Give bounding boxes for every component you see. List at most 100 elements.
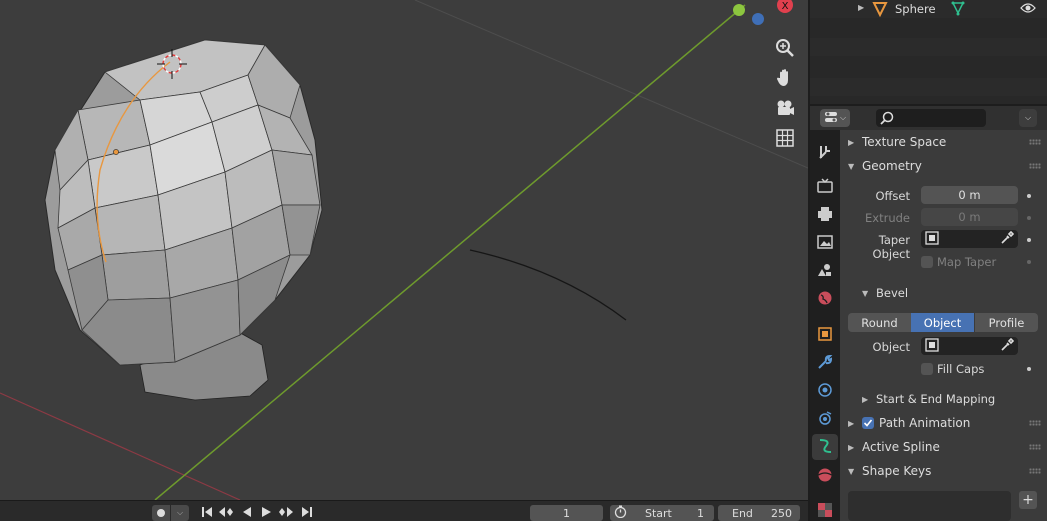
keyframe-dot-icon[interactable] [1027,194,1031,198]
curve-data-icon [817,438,833,457]
keyframe-dot-icon[interactable] [1027,216,1031,220]
tab-modifiers[interactable] [812,350,838,376]
particles-icon [817,382,833,401]
fill-caps-checkbox[interactable] [921,363,933,375]
subpanel-bevel[interactable]: ▼ Bevel [854,281,1047,305]
tool-icon [817,144,833,163]
play-icon [260,506,272,521]
eyedropper-icon[interactable] [1000,337,1015,355]
tab-world[interactable] [812,286,838,312]
tab-material[interactable] [812,463,838,489]
panel-path-animation[interactable]: ▶ Path Animation [840,411,1047,435]
bevel-mode-label: Object [923,315,962,330]
pan-button[interactable] [772,66,798,92]
texture-icon [817,502,833,521]
play-button[interactable] [257,505,275,521]
map-taper-checkbox[interactable] [921,256,933,268]
collapsed-arrow-icon: ▶ [848,418,855,428]
drag-handle-icon[interactable] [1029,468,1041,474]
keying-dropdown[interactable]: ⌵ [171,505,189,521]
panel-texture-space[interactable]: ▶ Texture Space [840,130,1047,154]
tab-output[interactable] [812,202,838,228]
expanded-arrow-icon: ▼ [848,466,855,476]
keyframe-dot-icon[interactable] [1027,238,1031,242]
shape-keys-list[interactable] [848,491,1011,521]
scene-icon [817,262,833,281]
path-animation-checkbox[interactable] [862,417,874,429]
jump-end-button[interactable] [298,505,316,521]
tab-tool[interactable] [812,140,838,166]
tab-scene[interactable] [812,258,838,284]
bevel-mode-object[interactable]: Object [911,313,974,332]
properties-search-input[interactable] [876,109,986,127]
bevel-object-field[interactable] [921,337,1018,355]
jump-end-icon [301,506,313,521]
panel-geometry[interactable]: ▼ Geometry [840,154,1047,178]
drag-handle-icon[interactable] [1029,444,1041,450]
bevel-mode-round[interactable]: Round [848,313,911,332]
map-taper-label: Map Taper [937,255,997,269]
play-reverse-icon [241,506,253,521]
drag-handle-icon[interactable] [1029,163,1041,169]
jump-start-button[interactable] [198,505,216,521]
outliner-row-sphere[interactable]: ▶ Sphere [810,0,1047,18]
add-shape-key-button[interactable]: + [1019,491,1037,509]
offset-label: Offset [875,189,910,203]
zoom-icon [775,38,795,61]
prev-keyframe-button[interactable] [216,505,236,521]
offset-field[interactable]: 0 m [921,186,1018,204]
outliner-empty-row [810,78,1047,96]
drag-handle-icon[interactable] [1029,139,1041,145]
drag-handle-icon[interactable] [1029,420,1041,426]
end-label: End [732,506,753,520]
options-dropdown[interactable]: ⌵ [1019,109,1037,127]
current-frame-value: 1 [563,506,570,520]
stopwatch-icon [614,505,627,521]
printer-icon [817,206,833,225]
tab-render[interactable] [812,174,838,200]
x-axis-line [0,392,241,500]
gizmo-x-label: X [782,1,789,12]
subpanel-start-end-mapping[interactable]: ▶ Start & End Mapping [854,387,1047,411]
camera-icon [775,98,795,121]
end-frame-field[interactable]: End 250 [718,505,800,521]
collapsed-arrow-icon: ▶ [862,394,869,404]
panel-title: Start & End Mapping [876,392,996,406]
expanded-arrow-icon: ▼ [862,288,869,298]
taper-object-label: Taper Object [872,233,910,261]
tab-curve-data[interactable] [812,434,838,460]
gizmo-z-dot [752,13,764,25]
extrude-field[interactable]: 0 m [921,208,1018,226]
tab-physics[interactable] [812,406,838,432]
taper-object-field[interactable] [921,230,1018,248]
tab-particles[interactable] [812,378,838,404]
properties-tabs [810,130,840,521]
panel-shape-keys[interactable]: ▼ Shape Keys [840,459,1047,483]
keyframe-record-button[interactable] [152,505,170,521]
eyedropper-icon[interactable] [1000,230,1015,248]
bevel-mode-profile[interactable]: Profile [975,313,1038,332]
play-reverse-button[interactable] [238,505,256,521]
properties-body: ▶ Texture Space ▼ Geometry Offset 0 m Ex… [840,130,1047,521]
bevel-mode-label: Profile [988,315,1025,330]
jump-start-icon [201,506,213,521]
ortho-toggle-button[interactable] [772,126,798,152]
next-keyframe-button[interactable] [276,505,296,521]
object-icon [817,326,833,345]
chevron-down-icon: ⌵ [839,113,847,122]
keyframe-dot-icon[interactable] [1027,260,1031,264]
3d-viewport[interactable]: X [0,0,808,500]
keyframe-dot-icon[interactable] [1027,367,1031,371]
tab-object[interactable] [812,322,838,348]
current-frame-field[interactable]: 1 [530,505,603,521]
start-frame-field[interactable]: Start 1 [610,505,714,521]
prev-keyframe-icon [218,506,234,521]
visibility-eye-icon[interactable] [1020,2,1036,17]
panel-active-spline[interactable]: ▶ Active Spline [840,435,1047,459]
tab-texture[interactable] [812,498,838,521]
editor-type-dropdown[interactable]: ⌵ [820,109,850,127]
collapsed-arrow-icon: ▶ [848,137,855,147]
camera-view-button[interactable] [772,96,798,122]
zoom-button[interactable] [772,36,798,62]
tab-view-layer[interactable] [812,230,838,256]
